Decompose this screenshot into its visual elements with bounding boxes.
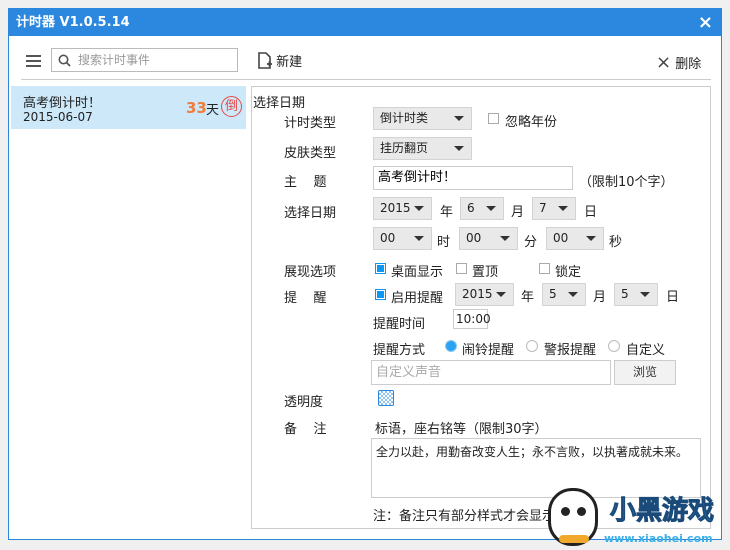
- remind-time-input[interactable]: 10:00: [453, 309, 491, 329]
- enable-remind-label: 启用提醒: [391, 291, 444, 306]
- day-select[interactable]: 7: [532, 197, 576, 220]
- remind-day-select[interactable]: 5: [614, 283, 658, 306]
- remind-year-select[interactable]: 2015: [455, 283, 514, 306]
- remind-month-select[interactable]: 5: [542, 283, 586, 306]
- panda-icon: [548, 488, 598, 546]
- custom-label: 自定义: [626, 343, 666, 358]
- ignore-year-checkbox[interactable]: [488, 113, 499, 124]
- timer-type-label: 计时类型: [284, 116, 337, 131]
- remind-month-unit: 月: [593, 290, 607, 305]
- delete-icon: ×: [656, 52, 672, 73]
- desktop-checkbox[interactable]: [375, 263, 386, 274]
- on-top-checkbox[interactable]: [456, 263, 467, 274]
- search-icon: [58, 54, 71, 67]
- browse-button[interactable]: 浏览: [614, 360, 676, 385]
- new-label: 新建: [276, 55, 303, 70]
- app-window: 计时器 V1.0.5.14 × 搜索计时事件 新建 × 删除 高考倒计时！ 20…: [8, 8, 722, 540]
- watermark-brand: 小黑游戏: [609, 496, 715, 527]
- date-label: 选择日期: [284, 206, 337, 221]
- edit-panel: 选择日期 计时类型 倒计时类 忽略年份 皮肤类型 挂历翻页 主 题 高考倒计时！…: [251, 86, 711, 529]
- subject-input[interactable]: 高考倒计时！: [373, 166, 573, 190]
- note-label: 备 注: [284, 422, 327, 437]
- watermark-logo: 小黑游戏 www.xiaohei.com: [540, 480, 730, 550]
- watermark-url: www.xiaohei.com: [604, 532, 713, 545]
- subject-hint: （限制10个字）: [579, 175, 674, 190]
- window-title: 计时器 V1.0.5.14: [16, 15, 130, 30]
- skin-select[interactable]: 挂历翻页: [373, 137, 472, 160]
- opacity-picker-icon[interactable]: [378, 390, 394, 406]
- delete-button[interactable]: × 删除: [656, 52, 701, 73]
- remind-day-unit: 日: [666, 290, 680, 305]
- month-select[interactable]: 6: [460, 197, 504, 220]
- on-top-label: 置顶: [472, 265, 499, 280]
- minute-unit: 分: [524, 235, 538, 250]
- footnote: 注：备注只有部分样式才会显示: [373, 509, 556, 524]
- subject-label: 主 题: [284, 175, 327, 190]
- siren-label: 警报提醒: [544, 343, 597, 358]
- note-hint: 标语，座右铭等（限制30字）: [375, 422, 548, 437]
- enable-remind-checkbox[interactable]: [375, 289, 386, 300]
- hour-select[interactable]: 00: [373, 227, 432, 250]
- alarm-label: 闹铃提醒: [462, 343, 515, 358]
- countdown-badge: 倒: [221, 96, 242, 117]
- minute-select[interactable]: 00: [459, 227, 518, 250]
- alarm-radio[interactable]: [445, 340, 457, 352]
- year-unit: 年: [440, 205, 454, 220]
- list-item[interactable]: 高考倒计时！ 2015-06-07 33 天 倒: [11, 86, 246, 129]
- item-date: 2015-06-07: [23, 110, 93, 124]
- skin-label: 皮肤类型: [284, 146, 337, 161]
- desktop-label: 桌面显示: [391, 265, 444, 280]
- month-unit: 月: [511, 205, 525, 220]
- item-title: 高考倒计时！: [23, 96, 102, 111]
- item-days: 33: [186, 99, 207, 117]
- remind-mode-label: 提醒方式: [373, 343, 426, 358]
- title-bar: 计时器 V1.0.5.14 ×: [9, 9, 721, 36]
- close-button[interactable]: ×: [698, 9, 713, 36]
- siren-radio[interactable]: [526, 340, 538, 352]
- remind-label: 提 醒: [284, 291, 327, 306]
- item-days-unit: 天: [206, 103, 220, 118]
- divider: [21, 79, 711, 80]
- lock-label: 锁定: [555, 265, 582, 280]
- search-input[interactable]: 搜索计时事件: [51, 48, 238, 72]
- year-select[interactable]: 2015: [373, 197, 432, 220]
- custom-radio[interactable]: [608, 340, 620, 352]
- ignore-year-label: 忽略年份: [505, 115, 558, 130]
- lock-checkbox[interactable]: [539, 263, 550, 274]
- new-button[interactable]: 新建: [257, 51, 302, 70]
- hour-unit: 时: [437, 235, 451, 250]
- section-title: 选择日期: [253, 96, 306, 111]
- display-label: 展现选项: [284, 265, 337, 280]
- day-unit: 日: [584, 205, 598, 220]
- remind-time-label: 提醒时间: [373, 317, 426, 332]
- second-unit: 秒: [609, 235, 623, 250]
- custom-sound-input[interactable]: 自定义声音: [371, 360, 611, 385]
- timer-type-select[interactable]: 倒计时类: [373, 107, 472, 130]
- opacity-label: 透明度: [284, 395, 324, 410]
- remind-year-unit: 年: [521, 290, 535, 305]
- delete-label: 删除: [675, 57, 702, 72]
- new-file-icon: [258, 51, 272, 69]
- second-select[interactable]: 00: [546, 227, 604, 250]
- menu-icon[interactable]: [26, 55, 41, 67]
- search-placeholder: 搜索计时事件: [78, 53, 151, 67]
